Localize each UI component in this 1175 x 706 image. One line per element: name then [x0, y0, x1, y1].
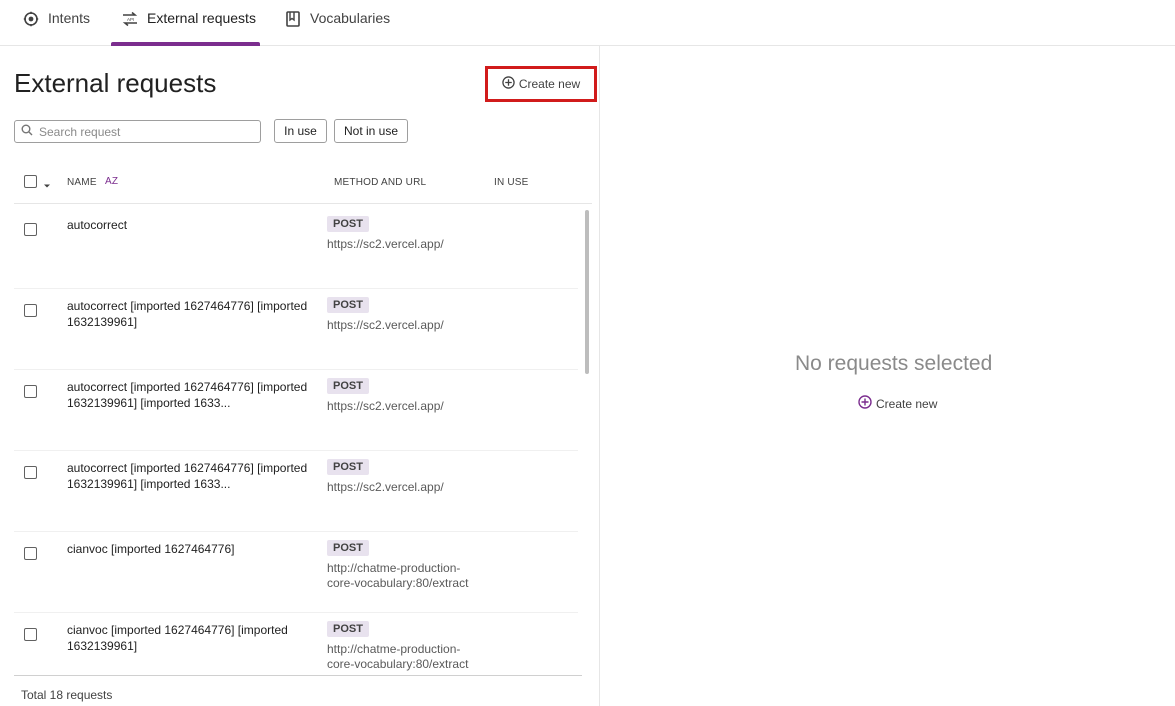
table-row[interactable]: autocorrect POST https://sc2.vercel.app/	[14, 208, 578, 289]
add-circle-icon	[858, 395, 872, 412]
header-divider	[14, 203, 592, 204]
table-row[interactable]: autocorrect [imported 1627464776] [impor…	[14, 451, 578, 532]
search-input[interactable]	[39, 124, 249, 139]
select-all-checkbox[interactable]	[24, 175, 37, 188]
request-url: http://chatme-production-core-vocabulary…	[327, 561, 469, 590]
tab-label: Vocabularies	[310, 10, 391, 26]
sort-az-icon[interactable]: AZ	[105, 176, 118, 187]
row-checkbox[interactable]	[24, 466, 37, 479]
tab-label: Intents	[48, 10, 91, 26]
requests-list-pane: External requests Create new In use Not …	[0, 46, 600, 706]
request-name: autocorrect [imported 1627464776] [impor…	[67, 299, 308, 329]
request-name: autocorrect [imported 1627464776] [impor…	[67, 461, 308, 491]
request-name: cianvoc [imported 1627464776] [imported …	[67, 623, 288, 653]
empty-state-title: No requests selected	[795, 352, 993, 375]
request-name: autocorrect [imported 1627464776] [impor…	[67, 380, 308, 410]
request-url: https://sc2.vercel.app/	[327, 237, 444, 251]
table-row[interactable]: cianvoc [imported 1627464776] POST http:…	[14, 532, 578, 613]
filter-not-in-use-button[interactable]: Not in use	[334, 119, 408, 143]
filter-in-use-button[interactable]: In use	[274, 119, 327, 143]
svg-text:API: API	[127, 17, 134, 22]
request-url: https://sc2.vercel.app/	[327, 399, 444, 413]
tab-label: External requests	[147, 10, 256, 26]
tab-external-requests[interactable]: API External requests	[121, 0, 256, 46]
method-badge: POST	[327, 459, 369, 475]
row-checkbox[interactable]	[24, 385, 37, 398]
table-row[interactable]: autocorrect [imported 1627464776] [impor…	[14, 370, 578, 451]
column-header-in-use: IN USE	[494, 177, 529, 188]
method-badge: POST	[327, 540, 369, 556]
method-badge: POST	[327, 297, 369, 313]
total-requests-count: Total 18 requests	[21, 688, 113, 702]
row-checkbox[interactable]	[24, 547, 37, 560]
select-menu-chevron-icon[interactable]	[43, 177, 51, 195]
search-box	[14, 120, 261, 143]
list-scrollbar[interactable]	[585, 210, 589, 374]
top-tab-bar: Intents API External requests Vocabulari…	[0, 0, 1175, 46]
request-name: autocorrect	[67, 218, 128, 232]
create-new-button[interactable]: Create new	[485, 66, 597, 102]
method-badge: POST	[327, 378, 369, 394]
row-checkbox[interactable]	[24, 304, 37, 317]
request-url: https://sc2.vercel.app/	[327, 480, 444, 494]
table-row[interactable]: autocorrect [imported 1627464776] [impor…	[14, 289, 578, 370]
method-badge: POST	[327, 216, 369, 232]
tab-vocabularies[interactable]: Vocabularies	[284, 0, 390, 46]
intents-icon	[22, 10, 40, 28]
api-icon: API	[121, 10, 139, 28]
tab-intents[interactable]: Intents	[22, 0, 90, 46]
empty-state-create-new-button[interactable]: Create new	[858, 395, 937, 412]
book-icon	[284, 10, 302, 28]
add-circle-icon	[502, 76, 515, 92]
search-icon	[21, 123, 33, 141]
page-title: External requests	[14, 68, 217, 98]
method-badge: POST	[327, 621, 369, 637]
request-url: http://chatme-production-core-vocabulary…	[327, 642, 469, 671]
row-checkbox[interactable]	[24, 223, 37, 236]
request-url: https://sc2.vercel.app/	[327, 318, 444, 332]
row-checkbox[interactable]	[24, 628, 37, 641]
column-header-method-url: METHOD AND URL	[334, 177, 427, 188]
empty-state-create-label: Create new	[876, 396, 938, 411]
footer-divider	[14, 675, 582, 676]
create-new-label: Create new	[518, 77, 581, 91]
column-header-name[interactable]: NAME	[67, 177, 97, 188]
request-name: cianvoc [imported 1627464776]	[67, 542, 235, 556]
table-row[interactable]: cianvoc [imported 1627464776] [imported …	[14, 613, 578, 694]
